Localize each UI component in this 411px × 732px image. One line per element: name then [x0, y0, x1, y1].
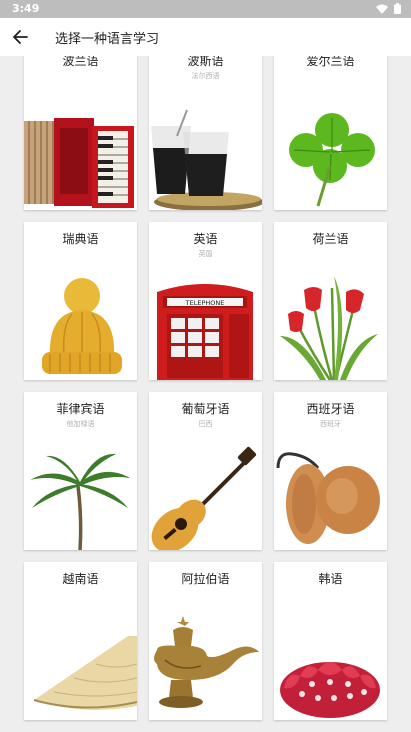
language-subtitle: 英国	[198, 250, 213, 258]
palm-tree-image	[30, 453, 130, 550]
telephone-sign: TELEPHONE	[185, 299, 225, 307]
language-name: 西班牙语	[306, 402, 355, 416]
language-subtitle: 西班牙	[320, 420, 341, 428]
language-card-english[interactable]: 英语 英国 TELEPHONE	[149, 222, 262, 380]
language-name: 爱尔兰语	[306, 56, 355, 68]
lotus-image	[280, 662, 380, 718]
language-card-persian[interactable]: 波斯语 法尔西语	[149, 56, 262, 210]
accordion-image	[24, 118, 134, 208]
language-card-spanish[interactable]: 西班牙语 西班牙	[274, 392, 387, 550]
language-name: 英语	[193, 232, 218, 246]
language-name: 葡萄牙语	[181, 402, 230, 416]
language-card-filipino[interactable]: 菲律宾语 他加禄语	[24, 392, 137, 550]
language-card-dutch[interactable]: 荷兰语	[274, 222, 387, 380]
language-name: 阿拉伯语	[181, 572, 230, 586]
language-subtitle: 巴西	[198, 420, 213, 428]
language-card-arabic[interactable]: 阿拉伯语	[149, 562, 262, 720]
language-name: 韩语	[318, 572, 343, 586]
battery-icon	[394, 3, 401, 14]
status-icons	[376, 3, 401, 14]
genie-lamp-image	[154, 616, 259, 708]
language-card-swedish[interactable]: 瑞典语	[24, 222, 137, 380]
tulips-image	[280, 276, 378, 380]
language-name: 荷兰语	[312, 232, 349, 246]
language-name: 越南语	[62, 572, 99, 586]
language-card-portuguese[interactable]: 葡萄牙语 巴西	[149, 392, 262, 550]
language-card-irish[interactable]: 爱尔兰语	[274, 56, 387, 210]
guitar-image	[151, 446, 257, 550]
language-subtitle: 他加禄语	[66, 420, 95, 428]
telephone-box-image: TELEPHONE	[157, 284, 253, 380]
back-button[interactable]	[8, 25, 32, 49]
wifi-icon	[376, 4, 388, 14]
language-name: 波斯语	[187, 56, 224, 68]
arrow-left-icon	[13, 30, 28, 44]
castanets-image	[276, 452, 380, 544]
language-name: 波兰语	[62, 56, 99, 68]
language-subtitle: 法尔西语	[191, 72, 220, 80]
tea-glasses-image	[151, 109, 262, 210]
language-name: 菲律宾语	[56, 402, 105, 416]
language-card-korean[interactable]: 韩语	[274, 562, 387, 720]
shamrock-image	[289, 113, 375, 207]
language-grid: 波兰语 波斯语 法尔西语 爱尔兰语 瑞典语 英语 英国 TELEPHONE 荷兰…	[0, 56, 411, 732]
language-card-vietnamese[interactable]: 越南语	[24, 562, 137, 720]
knit-hat-image	[42, 278, 122, 374]
status-bar: 3:49	[0, 0, 411, 18]
conical-hat-image	[33, 636, 137, 710]
language-name: 瑞典语	[62, 232, 99, 246]
status-time: 3:49	[12, 2, 40, 15]
app-bar: 选择一种语言学习	[0, 18, 411, 56]
page-title: 选择一种语言学习	[55, 32, 160, 47]
language-card-polish[interactable]: 波兰语	[24, 56, 137, 210]
